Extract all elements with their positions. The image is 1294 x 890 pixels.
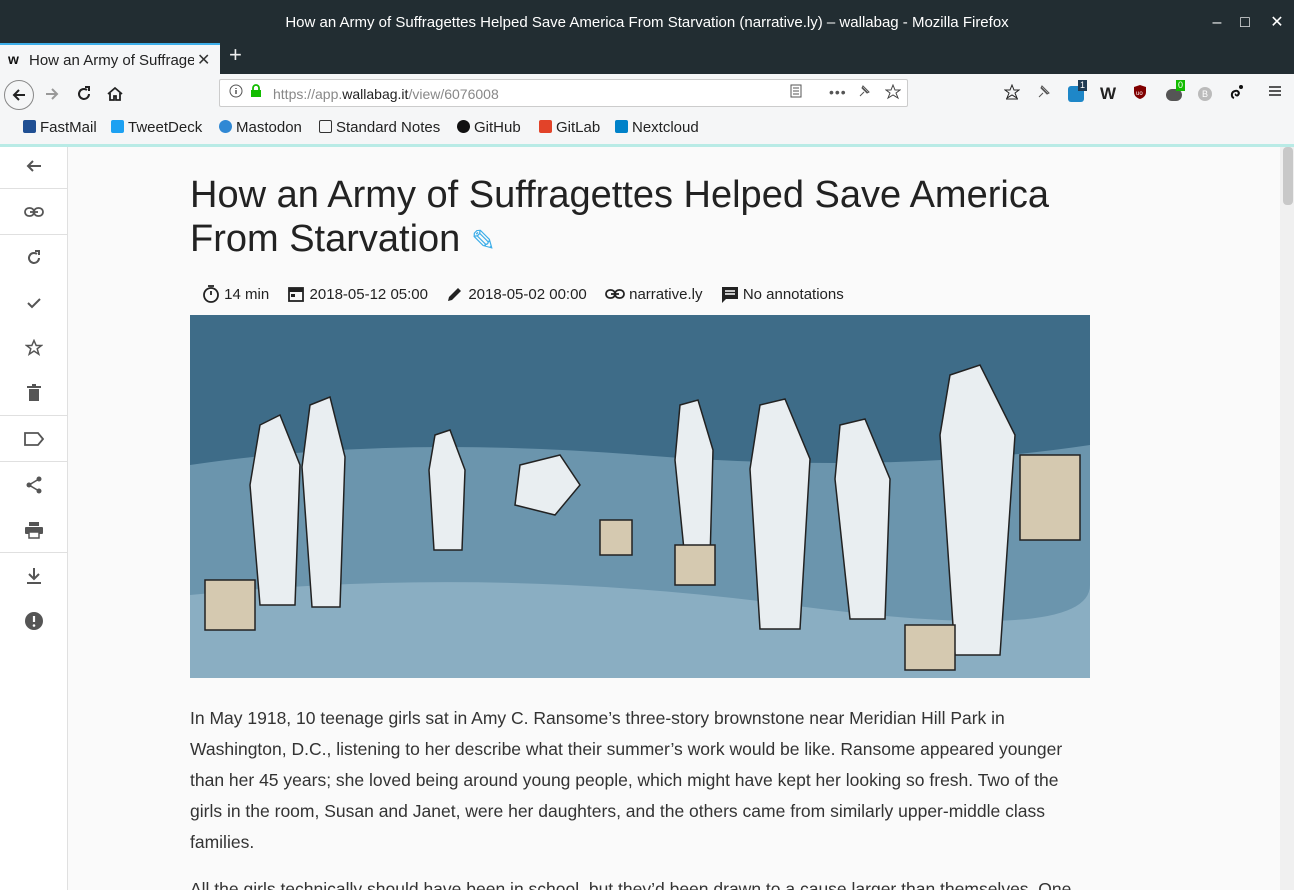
gnome-extension-icon[interactable] xyxy=(1227,84,1247,104)
refresh-icon xyxy=(27,250,40,264)
scrollbar-thumb[interactable] xyxy=(1283,147,1293,205)
tab-title: How an Army of Suffragettes Helped Save … xyxy=(29,52,194,69)
back-arrow-icon xyxy=(12,89,25,101)
article-hero-image xyxy=(190,315,1090,678)
page-actions-icon[interactable]: ••• xyxy=(829,84,847,100)
edit-title-icon[interactable]: ✎ xyxy=(471,225,496,258)
bookmark-nextcloud[interactable]: Nextcloud xyxy=(615,119,699,136)
bookmark-gitlab[interactable]: GitLab xyxy=(539,119,600,136)
bookmark-standard-notes[interactable]: Standard Notes xyxy=(319,119,440,136)
star-icon xyxy=(23,338,44,356)
tab-strip: w How an Army of Suffragettes Helped Sav… xyxy=(0,40,1294,74)
print-icon xyxy=(24,522,43,539)
pin-extension-icon[interactable] xyxy=(1034,84,1054,104)
reading-time: 14 min xyxy=(202,285,269,303)
mark-as-read-button[interactable] xyxy=(0,280,67,324)
svg-text:uo: uo xyxy=(1136,91,1143,97)
tweetdeck-icon xyxy=(111,120,124,133)
download-icon xyxy=(26,568,41,584)
back-button[interactable] xyxy=(4,80,34,110)
hamburger-menu-icon[interactable] xyxy=(1265,84,1285,104)
trash-icon xyxy=(26,384,41,401)
favorite-button[interactable] xyxy=(0,325,67,369)
bookmark-tweetdeck[interactable]: TweetDeck xyxy=(111,119,202,136)
wallabag-favicon-icon: w xyxy=(8,51,19,67)
home-icon xyxy=(107,86,123,101)
pencil-icon xyxy=(448,288,462,301)
standard-notes-icon xyxy=(319,120,332,133)
article-actions-sidebar xyxy=(0,147,68,890)
back-arrow-icon xyxy=(26,160,41,172)
link-icon xyxy=(23,207,44,217)
source-domain-link[interactable]: narrative.ly xyxy=(605,286,702,303)
timer-icon xyxy=(203,285,219,303)
minimize-button[interactable]: – xyxy=(1206,12,1228,34)
bookmark-mastodon[interactable]: Mastodon xyxy=(219,119,302,136)
window-title: How an Army of Suffragettes Helped Save … xyxy=(285,14,1009,31)
bookmarks-toolbar: FastMail TweetDeck Mastodon Standard Not… xyxy=(0,114,1294,147)
ublock-origin-icon[interactable]: uo xyxy=(1130,84,1150,104)
pin-icon[interactable] xyxy=(857,84,871,101)
page-scrollbar[interactable] xyxy=(1280,147,1294,890)
tag-icon xyxy=(23,432,44,446)
article-meta: 14 min 2018-05-12 05:00 2018-05-02 00:00… xyxy=(202,285,858,303)
delete-button[interactable] xyxy=(0,370,67,414)
tab-active[interactable]: w How an Army of Suffragettes Helped Sav… xyxy=(0,43,220,74)
back-to-list-button[interactable] xyxy=(0,143,67,187)
bookmark-fastmail[interactable]: FastMail xyxy=(23,119,97,136)
created-date: 2018-05-12 05:00 xyxy=(287,285,428,303)
github-icon xyxy=(457,120,470,133)
report-problem-button[interactable] xyxy=(0,598,67,642)
extension-badge-count: 1 xyxy=(1078,80,1088,91)
article-title: How an Army of Suffragettes Helped Save … xyxy=(190,174,1049,260)
reload-icon xyxy=(78,86,90,100)
article-body: In May 1918, 10 teenage girls sat in Amy… xyxy=(190,703,1090,890)
reload-button[interactable] xyxy=(72,82,96,106)
fastmail-icon xyxy=(23,120,36,133)
bookmark-github[interactable]: GitHub xyxy=(457,119,521,136)
close-window-button[interactable]: ✕ xyxy=(1266,12,1288,34)
comment-icon xyxy=(721,287,738,303)
new-tab-button[interactable]: + xyxy=(229,42,242,68)
forward-button[interactable] xyxy=(40,82,64,106)
library-star-icon[interactable] xyxy=(1002,83,1022,104)
nextcloud-icon xyxy=(615,120,628,133)
gitlab-icon xyxy=(539,120,552,133)
tab-close-icon[interactable]: ✕ xyxy=(197,50,210,70)
calendar-icon xyxy=(288,287,305,302)
share-button[interactable] xyxy=(0,462,67,506)
extension-b-icon[interactable]: B xyxy=(1195,84,1215,104)
bookmark-star-icon[interactable] xyxy=(884,83,902,103)
home-button[interactable] xyxy=(103,82,127,106)
original-link-button[interactable] xyxy=(0,189,67,233)
published-date: 2018-05-02 00:00 xyxy=(446,285,587,303)
export-button[interactable] xyxy=(0,553,67,597)
wallabagger-icon[interactable]: W xyxy=(1098,84,1118,104)
forward-arrow-icon xyxy=(46,88,59,100)
share-icon xyxy=(26,476,41,494)
article-paragraph: All the girls technically should have be… xyxy=(190,879,1072,890)
secure-lock-icon[interactable] xyxy=(249,84,263,101)
privacy-badger-count: 0 xyxy=(1176,80,1186,91)
navigation-toolbar: https://app.wallabag.it/view/6076008 •••… xyxy=(0,74,1294,114)
suffragettes-orchard-photo xyxy=(190,315,1090,678)
alert-icon xyxy=(24,612,43,630)
link-icon xyxy=(605,289,625,299)
check-icon xyxy=(26,298,41,309)
reload-article-button[interactable] xyxy=(0,235,67,279)
add-tag-button[interactable] xyxy=(0,416,67,460)
url-bar[interactable]: https://app.wallabag.it/view/6076008 ••• xyxy=(219,79,908,107)
article-view: How an Army of Suffragettes Helped Save … xyxy=(68,147,1280,890)
extension-badge-icon[interactable]: 1 xyxy=(1066,80,1088,104)
maximize-button[interactable]: □ xyxy=(1234,12,1256,34)
mastodon-icon xyxy=(219,120,232,133)
annotations-count: No annotations xyxy=(721,285,844,303)
print-button[interactable] xyxy=(0,507,67,551)
privacy-badger-icon[interactable]: 0 xyxy=(1164,80,1186,104)
url-text[interactable]: https://app.wallabag.it/view/6076008 xyxy=(273,86,499,102)
reader-view-icon[interactable] xyxy=(789,84,803,101)
info-icon[interactable] xyxy=(229,84,243,101)
article-paragraph: In May 1918, 10 teenage girls sat in Amy… xyxy=(190,708,1063,852)
